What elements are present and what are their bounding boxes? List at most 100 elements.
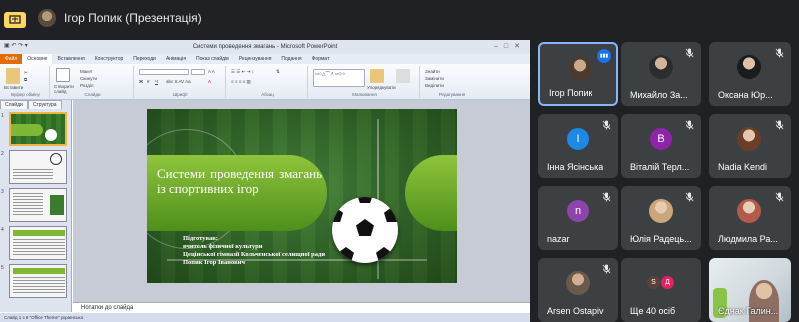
paste-icon[interactable]	[6, 68, 20, 84]
soccer-ball-icon	[332, 197, 398, 263]
copy-icon[interactable]: ⧉	[24, 77, 27, 82]
ribbon-group-label: Абзац	[261, 92, 274, 97]
select-button[interactable]: Виділити	[425, 83, 444, 88]
new-slide-icon[interactable]	[56, 68, 70, 82]
ribbon-group-clipboard: Вставити ✂ ⧉ Буфер обміну	[2, 66, 50, 98]
bullets-icon[interactable]: ☰ ☰ ⇤ ⇥ ↕	[231, 69, 254, 75]
replace-button[interactable]: Замінити	[425, 76, 444, 81]
participant-name: Ігор Попик	[549, 88, 593, 98]
quick-styles-icon[interactable]	[396, 69, 410, 83]
ribbon-group-label: Шрифт	[173, 92, 188, 97]
window-controls[interactable]: –□✕	[494, 42, 526, 50]
ribbon-group-paragraph: ☰ ☰ ⇤ ⇥ ↕ ≡ ≡ ≡ ≡ ▥ ⇅ Абзац	[228, 66, 308, 98]
participant-name: Arsen Ostapiv	[547, 306, 604, 316]
section-button[interactable]: Розділ	[80, 83, 93, 88]
participant-name: Юлія Радець...	[630, 234, 692, 244]
avatar	[737, 127, 761, 151]
ribbon-tab[interactable]: Переходи	[128, 56, 161, 62]
bold-icon[interactable]: Ж	[139, 79, 143, 84]
tab-slides[interactable]: Слайди	[0, 100, 28, 109]
text-direction-icon[interactable]: ⇅	[276, 69, 280, 75]
participant-name: Віталій Терл...	[630, 162, 690, 172]
participant-tile[interactable]: Єднак Галин...	[709, 258, 791, 322]
mic-off-icon	[683, 192, 695, 204]
ribbon-tab[interactable]: Показ слайдів	[191, 56, 234, 62]
font-size-field[interactable]	[191, 69, 205, 75]
title-banner-right	[405, 155, 457, 231]
layout-button[interactable]: Макет	[80, 69, 93, 74]
ribbon-group-label: Слайди	[84, 92, 101, 97]
ribbon-group-drawing: ▭○△⌒↗ ▱◇☆ Упорядкувати Малювання	[310, 66, 420, 98]
participant-tile[interactable]: Михайло За...	[621, 42, 701, 106]
participant-tile[interactable]: n nazar	[538, 186, 618, 250]
ribbon-tab[interactable]: Рецензування	[234, 56, 277, 62]
ribbon-tab[interactable]: Формат	[307, 56, 335, 62]
avatar: В	[650, 128, 672, 150]
find-button[interactable]: Знайти	[425, 69, 440, 74]
ribbon-tab[interactable]: Файл	[0, 54, 23, 64]
participant-tile[interactable]: І Інна Ясінська	[538, 114, 618, 178]
ribbon-tab[interactable]: Подання	[276, 56, 306, 62]
avatar	[737, 199, 761, 223]
ribbon-tab[interactable]: Анімація	[161, 56, 191, 62]
italic-icon[interactable]: К	[147, 79, 150, 84]
participant-name: Єднак Галин...	[718, 306, 779, 316]
underline-icon[interactable]: Ч	[155, 79, 158, 84]
slide-thumbnail[interactable]	[9, 226, 67, 260]
ribbon-group-label: Редагування	[438, 92, 466, 97]
participant-tile[interactable]: S Д Ще 40 осіб	[621, 258, 701, 322]
participant-tile[interactable]: Юлія Радець...	[621, 186, 701, 250]
arrange-icon[interactable]	[370, 69, 384, 83]
font-color-icon[interactable]: A	[208, 79, 211, 84]
slide-thumbnail[interactable]	[9, 112, 67, 146]
avatar: S	[647, 276, 660, 289]
participant-name: Оксана Юр...	[718, 90, 773, 100]
ribbon-tab[interactable]: Вставлення	[52, 56, 89, 62]
tab-outline[interactable]: Структура	[27, 100, 62, 109]
ribbon-tab[interactable]: Конструктор	[90, 56, 129, 62]
slide-thumbnail[interactable]	[9, 150, 67, 184]
presentation-bar: Ігор Попик (Презентація)	[0, 0, 799, 38]
participant-tile[interactable]: В Віталій Терл...	[621, 114, 701, 178]
grow-font-icon[interactable]: A A	[208, 69, 215, 74]
speaking-icon: ▮▮▮	[597, 49, 611, 63]
arrange-button[interactable]: Упорядкувати	[367, 85, 396, 90]
participant-name: Михайло За...	[630, 90, 688, 100]
author-line: вчитель фізичної культури	[183, 243, 263, 250]
participant-tile[interactable]: Оксана Юр...	[709, 42, 791, 106]
avatar: n	[567, 200, 589, 222]
slides-pane: Слайди Структура 1 2 3 4 5	[0, 100, 72, 312]
shapes-icon[interactable]: ▭○△⌒↗ ▱◇☆	[315, 71, 346, 77]
mic-off-icon	[683, 120, 695, 132]
shared-screen: Системи проведення змагань - Microsoft P…	[0, 40, 530, 322]
paste-button[interactable]: Вставити	[4, 85, 23, 90]
avatar: І	[567, 128, 589, 150]
pane-tabs: Слайди Структура	[0, 100, 72, 109]
presenter-avatar	[38, 9, 56, 27]
ribbon: Вставити ✂ ⧉ Буфер обміну Створити слайд…	[0, 64, 530, 100]
slide-canvas[interactable]: Системи проведення змагань із спортивних…	[147, 109, 457, 283]
reset-button[interactable]: Скинути	[80, 76, 97, 81]
align-icon[interactable]: ≡ ≡ ≡ ≡ ▥	[231, 79, 251, 85]
scissors-icon[interactable]: ✂	[24, 70, 28, 76]
quick-access-toolbar[interactable]: ▣ ↶ ↷ ▾	[4, 42, 28, 49]
participant-tile[interactable]: Arsen Ostapiv	[538, 258, 618, 322]
strikethrough-icon[interactable]: abc S AV Aa	[166, 79, 191, 84]
notes-field[interactable]: Нотатки до слайда	[73, 302, 530, 313]
ribbon-group-slides: Створити слайд Макет Скинути Розділ Слай…	[52, 66, 134, 98]
participant-tile[interactable]: ▮▮▮ Ігор Попик	[538, 42, 618, 106]
slide-thumbnail[interactable]	[9, 188, 67, 222]
slide-title[interactable]: Системи проведення змагань із спортивних…	[157, 166, 322, 196]
presentation-icon[interactable]	[4, 12, 26, 28]
slide-thumbnail[interactable]	[9, 264, 67, 298]
participant-tile[interactable]: Nadia Kendi	[709, 114, 791, 178]
font-name-field[interactable]	[139, 69, 189, 75]
mic-off-icon	[683, 48, 695, 60]
ribbon-tab[interactable]: Основне	[22, 54, 53, 64]
author-block[interactable]: Підготував: вчитель фізичної культури Це…	[183, 235, 325, 267]
mic-off-icon	[773, 48, 785, 60]
participant-name: Ще 40 осіб	[630, 306, 676, 316]
avatar	[649, 55, 673, 79]
participant-name: nazar	[547, 234, 570, 244]
participant-tile[interactable]: Людмила Ра...	[709, 186, 791, 250]
